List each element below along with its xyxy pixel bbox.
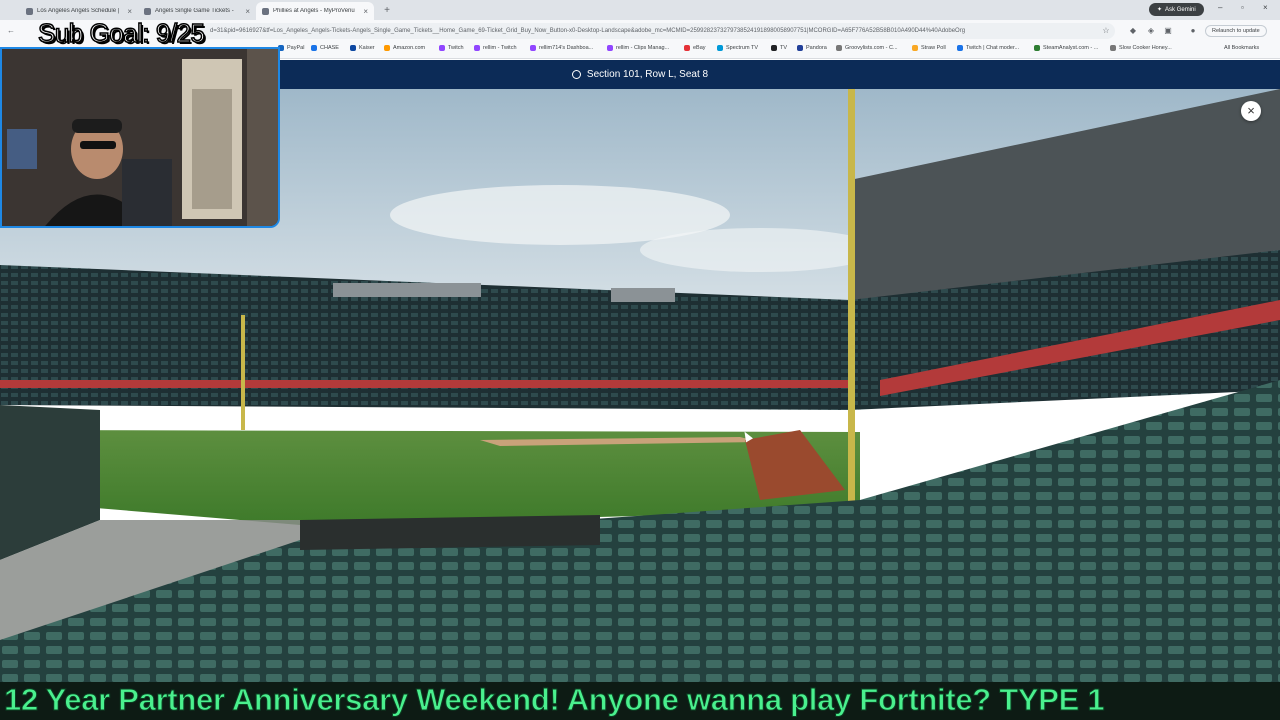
- ask-gemini-label: Ask Gemini: [1165, 6, 1196, 13]
- gemini-icon: ✦: [1157, 7, 1163, 13]
- tab-phillies-at-angels[interactable]: Phillies at Angels - MyProVenu ×: [256, 2, 374, 20]
- bookmark-favicon-icon: [384, 45, 390, 51]
- tab-close-icon[interactable]: ×: [363, 7, 368, 16]
- bookmark-favicon-icon: [1110, 45, 1116, 51]
- stream-ticker: 12 Year Partner Anniversary Weekend! Any…: [0, 682, 1280, 720]
- bookmark-favicon-icon: [684, 45, 690, 51]
- bookmark-label: rellim - Clips Manag...: [616, 45, 670, 51]
- ask-gemini-button[interactable]: ✦ Ask Gemini: [1149, 3, 1204, 16]
- relaunch-button[interactable]: Relaunch to update: [1205, 25, 1267, 37]
- back-icon[interactable]: ←: [6, 26, 16, 36]
- bookmark-label: Twitch: [448, 45, 464, 51]
- bookmark-favicon-icon: [957, 45, 963, 51]
- bookmark-label: TV: [780, 45, 788, 51]
- ticker-text: 12 Year Partner Anniversary Weekend! Any…: [3, 682, 1105, 718]
- seat-label: Section 101, Row L, Seat 8: [586, 69, 709, 80]
- bookmark-favicon-icon: [530, 45, 536, 51]
- bookmark-item[interactable]: Twitch: [439, 45, 464, 51]
- maximize-icon[interactable]: ▫: [1241, 3, 1244, 12]
- profile-icon[interactable]: ●: [1188, 26, 1198, 36]
- bookmark-favicon-icon: [474, 45, 480, 51]
- all-bookmarks-button[interactable]: All Bookmarks: [1224, 45, 1259, 51]
- bookmark-item[interactable]: rellim - Clips Manag...: [607, 45, 669, 51]
- new-tab-button[interactable]: +: [380, 4, 394, 18]
- address-bar[interactable]: d=31&pid=9616927&tf=Los_Angeles_Angels-T…: [200, 23, 1115, 39]
- bookmark-label: SteamAnalyst.com - ...: [1043, 45, 1099, 51]
- bookmark-favicon-icon: [439, 45, 445, 51]
- bookmark-star-icon[interactable]: ☆: [1101, 26, 1111, 36]
- close-view-button[interactable]: ×: [1241, 101, 1261, 121]
- webcam-feed: [2, 49, 278, 226]
- bookmark-label: CHASE: [320, 45, 339, 51]
- tab-title: Phillies at Angels - MyProVenu: [273, 8, 355, 14]
- bookmark-label: Groovylists.com - C...: [845, 45, 898, 51]
- bookmark-label: Spectrum TV: [726, 45, 758, 51]
- bookmark-item[interactable]: Groovylists.com - C...: [836, 45, 898, 51]
- bookmark-label: Kaiser: [359, 45, 375, 51]
- bookmark-item[interactable]: TV: [771, 45, 787, 51]
- bookmark-item[interactable]: Slow Cooker Honey...: [1110, 45, 1172, 51]
- bookmark-favicon-icon: [607, 45, 613, 51]
- bookmark-label: Pandora: [806, 45, 827, 51]
- extension-icon[interactable]: ▣: [1163, 26, 1173, 36]
- bookmark-label: Amazon.com: [393, 45, 426, 51]
- bookmark-favicon-icon: [771, 45, 777, 51]
- extension-icon[interactable]: ◈: [1146, 26, 1156, 36]
- bookmark-item[interactable]: CHASE: [311, 45, 339, 51]
- bookmark-label: Slow Cooker Honey...: [1119, 45, 1172, 51]
- bookmark-favicon-icon: [797, 45, 803, 51]
- extension-icon[interactable]: ◆: [1128, 26, 1138, 36]
- bookmark-item[interactable]: Spectrum TV: [717, 45, 758, 51]
- bookmark-item[interactable]: Pandora: [797, 45, 827, 51]
- tab-close-icon[interactable]: ×: [127, 7, 132, 16]
- bookmark-item[interactable]: Kaiser: [350, 45, 375, 51]
- webcam-overlay: [0, 47, 280, 228]
- tab-favicon-icon: [26, 7, 33, 15]
- bookmark-favicon-icon: [912, 45, 918, 51]
- tab-title: Los Angeles Angels Schedule |: [37, 8, 120, 14]
- sub-goal-overlay: Sub Goal: 9/25: [37, 17, 205, 49]
- bookmark-item[interactable]: rellim714's Dashboa...: [530, 45, 593, 51]
- bookmark-item[interactable]: SteamAnalyst.com - ...: [1034, 45, 1098, 51]
- bookmark-item[interactable]: rellim - Twitch: [474, 45, 517, 51]
- bookmark-label: PayPal: [287, 45, 305, 51]
- bookmark-label: Twitch | Chat moder...: [966, 45, 1020, 51]
- bookmark-favicon-icon: [350, 45, 356, 51]
- tab-title: Angels Single Game Tickets -: [155, 8, 234, 14]
- tab-favicon-icon: [262, 7, 269, 15]
- bookmark-item[interactable]: Amazon.com: [384, 45, 425, 51]
- tab-favicon-icon: [144, 7, 151, 15]
- bookmark-item[interactable]: Straw Poll: [912, 45, 946, 51]
- bookmark-item[interactable]: Twitch | Chat moder...: [957, 45, 1019, 51]
- tab-close-icon[interactable]: ×: [245, 7, 250, 16]
- bookmark-favicon-icon: [836, 45, 842, 51]
- seat-view-icon: [571, 70, 581, 79]
- bookmark-label: rellim - Twitch: [483, 45, 517, 51]
- window-close-icon[interactable]: ×: [1263, 3, 1268, 12]
- bookmark-item[interactable]: PayPal: [278, 45, 304, 51]
- bookmark-label: eBay: [693, 45, 706, 51]
- bookmark-favicon-icon: [311, 45, 317, 51]
- bookmark-label: Straw Poll: [921, 45, 946, 51]
- tab-strip: Los Angeles Angels Schedule | × Angels S…: [0, 0, 1280, 20]
- bookmark-label: rellim714's Dashboa...: [539, 45, 594, 51]
- minimize-icon[interactable]: –: [1218, 3, 1222, 12]
- bookmark-item[interactable]: eBay: [684, 45, 706, 51]
- bookmark-favicon-icon: [717, 45, 723, 51]
- bookmark-favicon-icon: [1034, 45, 1040, 51]
